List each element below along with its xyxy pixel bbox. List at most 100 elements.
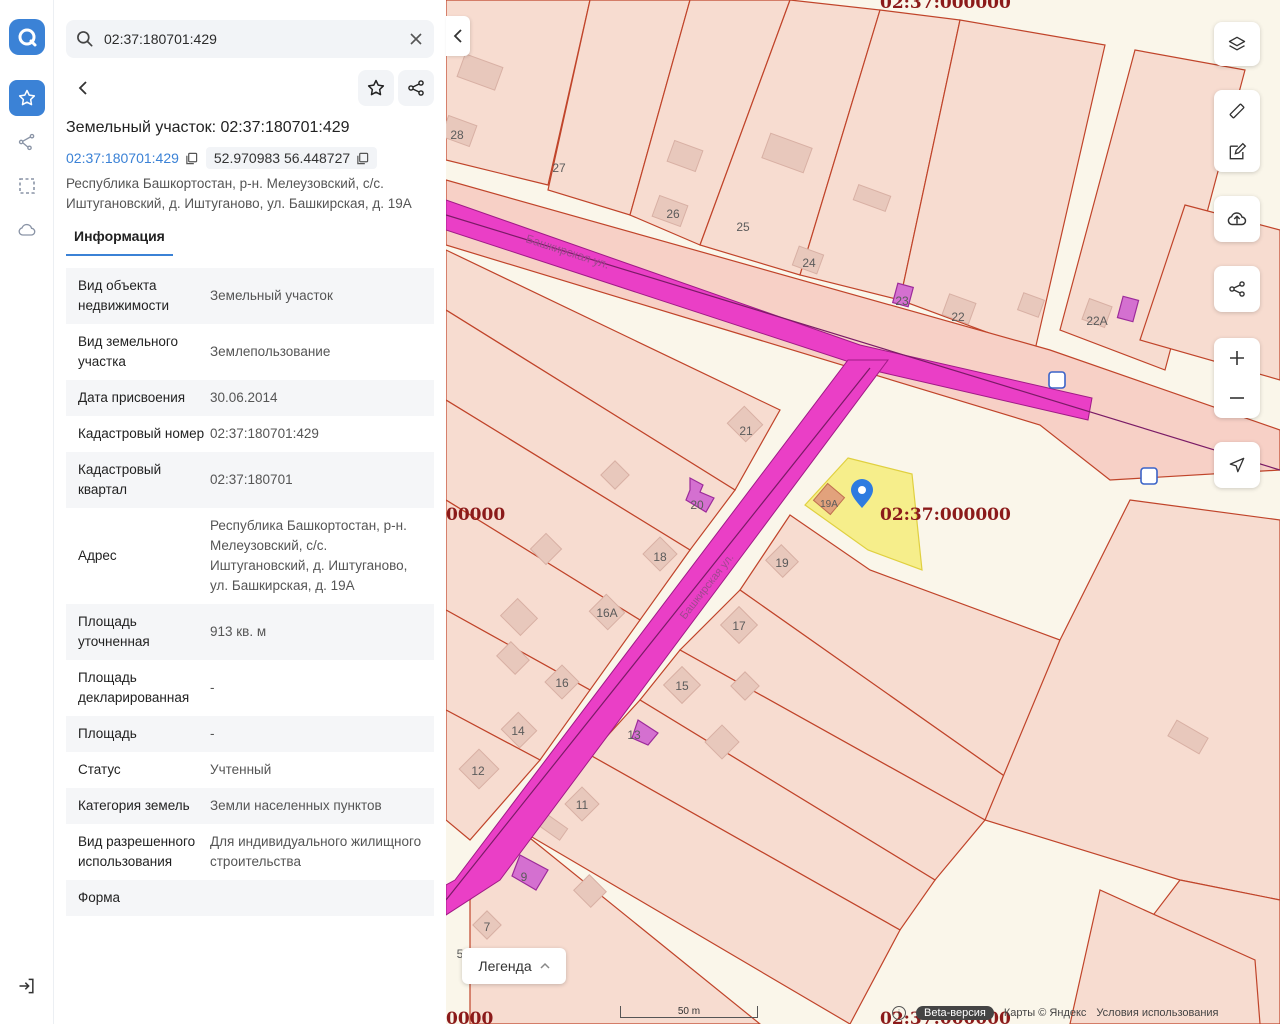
property-value: Учтенный — [210, 762, 272, 777]
legend-button[interactable]: Легенда — [462, 948, 566, 984]
share-button[interactable] — [398, 70, 434, 106]
close-icon[interactable] — [408, 31, 424, 47]
property-label: Площадь декларированная — [78, 670, 190, 705]
edit-icon[interactable] — [1227, 142, 1247, 162]
house-number: 28 — [450, 128, 464, 142]
house-number: 19 — [775, 556, 789, 570]
collapse-panel-button[interactable] — [446, 16, 470, 56]
app-logo-icon[interactable] — [9, 19, 45, 55]
property-value: 913 кв. м — [210, 624, 267, 639]
search-bar — [66, 20, 434, 58]
property-row: Кадастровый квартал 02:37:180701 — [66, 452, 434, 508]
object-panel: Земельный участок: 02:37:180701:429 02:3… — [54, 0, 446, 1024]
favorites-button[interactable] — [9, 80, 45, 116]
property-label: Адрес — [78, 548, 117, 563]
house-number: 16А — [596, 606, 617, 620]
route-button[interactable] — [9, 124, 45, 160]
legend-label: Легенда — [478, 958, 532, 974]
property-row: Вид земельного участка Землепользование — [66, 324, 434, 380]
chevron-up-icon — [540, 962, 550, 969]
info-icon[interactable]: i — [892, 1006, 906, 1020]
map-canvas[interactable]: Башкирская ул. Башкирская ул. 02:37:0000… — [446, 0, 1280, 1024]
property-row: Статус Учтенный — [66, 752, 434, 788]
upload-button[interactable] — [1214, 196, 1260, 242]
property-label: Вид земельного участка — [78, 334, 179, 369]
layers-button[interactable] — [1214, 22, 1260, 66]
house-number: 24 — [802, 256, 816, 270]
beta-badge: Beta-версия — [916, 1006, 994, 1020]
tab-info[interactable]: Информация — [66, 222, 173, 256]
coordinates-chip[interactable]: 52.970983 56.448727 — [205, 147, 378, 169]
back-button[interactable] — [66, 70, 102, 106]
select-area-button[interactable] — [9, 168, 45, 204]
layers-icon — [1228, 36, 1246, 51]
properties-table: Вид объекта недвижимости Земельный участо… — [66, 268, 434, 958]
property-label: Дата присвоения — [78, 390, 186, 405]
house-number: 7 — [484, 920, 491, 934]
property-row: Вид объекта недвижимости Земельный участо… — [66, 268, 434, 324]
house-number: 22 — [951, 310, 965, 324]
object-address: Республика Башкортостан, р-н. Мелеузовск… — [66, 176, 412, 211]
copy-icon[interactable] — [185, 152, 198, 165]
quarter-label: 0000 — [446, 1009, 493, 1024]
cadastral-map: Башкирская ул. Башкирская ул. 02:37:0000… — [446, 0, 1280, 1024]
search-input[interactable] — [104, 29, 394, 49]
ruler-icon[interactable] — [1227, 101, 1247, 121]
cad-number-link[interactable]: 02:37:180701:429 — [66, 150, 198, 166]
copy-icon[interactable] — [356, 152, 369, 165]
route-icon — [18, 133, 35, 151]
house-number: 14 — [511, 724, 525, 738]
tab-bar: Информация — [66, 222, 173, 256]
star-icon — [18, 89, 36, 106]
house-number: 18 — [653, 550, 667, 564]
house-number: 15 — [675, 679, 689, 693]
property-value: Землепользование — [210, 344, 331, 359]
property-value: 30.06.2014 — [210, 390, 278, 405]
zoom-out-icon[interactable] — [1228, 389, 1246, 407]
property-value: Земли населенных пунктов — [210, 798, 382, 813]
house-number: 25 — [736, 220, 750, 234]
property-row: Вид разрешенного использования Для индиви… — [66, 824, 434, 880]
property-row: Категория земель Земли населенных пунктов — [66, 788, 434, 824]
house-number: 20 — [690, 498, 704, 512]
property-row: Форма — [66, 880, 434, 916]
map-footer: i Beta-версия Карты © Яндекс Условия исп… — [892, 1004, 1219, 1022]
property-label: Статус — [78, 762, 121, 777]
terms-link[interactable]: Условия использования — [1096, 1007, 1218, 1019]
property-value: Для индивидуального жилищного строительс… — [210, 834, 422, 869]
cloud-button[interactable] — [9, 212, 45, 248]
property-row: Кадастровый номер 02:37:180701:429 — [66, 416, 434, 452]
house-number: 13 — [627, 728, 641, 742]
property-value: - — [210, 726, 215, 741]
star-icon — [367, 79, 385, 96]
house-number: 22А — [1086, 314, 1107, 328]
property-label: Вид разрешенного использования — [78, 834, 196, 869]
map-share-button[interactable] — [1214, 266, 1260, 312]
object-title: Земельный участок: 02:37:180701:429 — [66, 119, 350, 136]
property-label: Кадастровый номер — [78, 426, 205, 441]
favorite-button[interactable] — [358, 70, 394, 106]
property-value: 02:37:180701 — [210, 472, 293, 487]
object-ids: 02:37:180701:429 52.970983 56.448727 — [66, 146, 378, 170]
property-value: 02:37:180701:429 — [210, 426, 319, 441]
property-value: - — [210, 680, 215, 695]
dashed-square-icon — [19, 178, 35, 194]
navigation-arrow-icon — [1229, 457, 1245, 473]
copyright-text[interactable]: Карты © Яндекс — [1004, 1007, 1087, 1019]
house-number: 19А — [820, 499, 838, 510]
property-label: Вид объекта недвижимости — [78, 278, 170, 313]
property-label: Кадастровый квартал — [78, 462, 162, 497]
property-row: Дата присвоения 30.06.2014 — [66, 380, 434, 416]
property-value: Земельный участок — [210, 288, 333, 303]
house-number: 11 — [576, 798, 589, 812]
property-label: Площадь уточненная — [78, 614, 150, 649]
zoom-in-icon[interactable] — [1228, 349, 1246, 367]
house-number: 17 — [732, 619, 746, 633]
chevron-left-icon — [453, 29, 462, 43]
property-label: Площадь — [78, 726, 137, 741]
quarter-label: 02:37:000000 — [880, 505, 1011, 525]
geolocation-button[interactable] — [1214, 442, 1260, 488]
logout-button[interactable] — [9, 968, 45, 1004]
cad-number-text: 02:37:180701:429 — [66, 150, 179, 166]
search-icon[interactable] — [75, 29, 95, 49]
